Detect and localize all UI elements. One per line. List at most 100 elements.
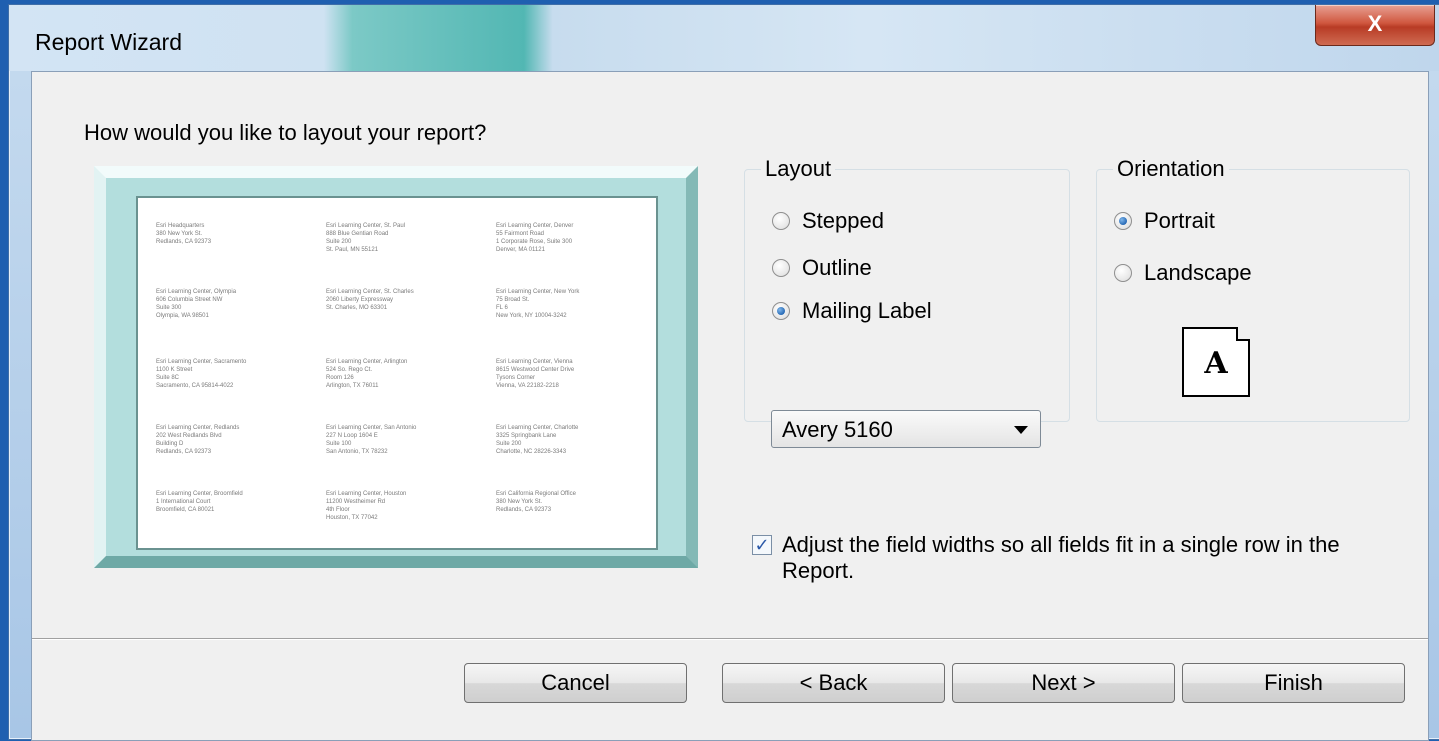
preview-label-line: Redlands, CA 92373 [156, 449, 212, 455]
adjust-field-widths-checkbox[interactable]: ✓ [752, 535, 772, 555]
preview-label-line: 8615 Westwood Center Drive [496, 367, 575, 373]
layout-legend: Layout [765, 156, 832, 181]
chevron-down-icon[interactable] [1014, 426, 1028, 434]
preview-mailing-label: Esri Learning Center, Sacramento 1100 K S… [156, 358, 306, 390]
preview-label-line: 11200 Westheimer Rd [326, 499, 386, 505]
preview-label-line: 380 New York St. [156, 231, 203, 237]
preview-label-line: Suite 100 [326, 441, 352, 447]
preview-label-line: Esri Learning Center, Redlands [156, 425, 240, 431]
preview-label-line: New York, NY 10004-3242 [496, 313, 567, 319]
button-separator [32, 638, 1428, 640]
preview-label-line: Esri Learning Center, Sacramento [156, 359, 247, 365]
preview-label-line: Houston, TX 77042 [326, 515, 378, 521]
preview-mailing-label: Esri Learning Center, San Antonio 227 N L… [326, 424, 476, 456]
preview-label-line: Esri Learning Center, St. Charles [326, 289, 414, 295]
preview-label-line: Esri Learning Center, Arlington [326, 359, 408, 365]
preview-mailing-label: Esri Learning Center, New York 75 Broad S… [496, 288, 646, 320]
preview-mailing-label: Esri Learning Center, Broomfield 1 Intern… [156, 490, 306, 514]
mailing-label-preview: Esri Headquarters 380 New York St. Redland… [136, 196, 658, 550]
preview-label-line: Esri Headquarters [156, 223, 205, 229]
preview-label-line: Esri Learning Center, Vienna [496, 359, 573, 365]
preview-label-line: Building D [156, 441, 184, 447]
preview-label-line: 524 So. Rego Ct. [326, 367, 373, 373]
preview-label-line: Redlands, CA 92373 [156, 239, 212, 245]
label-type-dropdown[interactable]: Avery 5160 [771, 410, 1041, 448]
close-button[interactable]: X [1315, 5, 1435, 46]
preview-mailing-label: Esri Learning Center, Redlands 202 West R… [156, 424, 306, 456]
preview-label-line: Esri Learning Center, Olympia [156, 289, 237, 295]
preview-label-line: 888 Blue Gentian Road [326, 231, 389, 237]
preview-label-line: Redlands, CA 92373 [496, 507, 552, 513]
preview-label-line: 227 N Loop 1604 E [326, 433, 378, 439]
radio-mailing-label-button[interactable] [772, 302, 790, 320]
cancel-button[interactable]: Cancel [464, 663, 687, 703]
preview-label-line: 3325 Springbank Lane [496, 433, 557, 439]
preview-label-line: Broomfield, CA 80021 [156, 507, 215, 513]
radio-portrait-label: Portrait [1144, 208, 1215, 233]
preview-label-line: 4th Floor [326, 507, 350, 513]
radio-stepped[interactable]: Stepped [772, 208, 884, 234]
radio-stepped-button[interactable] [772, 212, 790, 230]
preview-mailing-label: Esri Learning Center, St. Charles 2060 Li… [326, 288, 476, 312]
preview-label-line: 606 Columbia Street NW [156, 297, 223, 303]
radio-landscape[interactable]: Landscape [1114, 260, 1252, 286]
orientation-group: Orientation [1096, 156, 1410, 422]
preview-label-line: Room 126 [326, 375, 354, 381]
preview-label-line: 1100 K Street [156, 367, 193, 373]
preview-label-line: Suite 200 [496, 441, 522, 447]
preview-label-line: St. Paul, MN 55121 [326, 247, 379, 253]
layout-preview-frame: Esri Headquarters 380 New York St. Redland… [94, 166, 698, 568]
preview-label-line: FL 6 [496, 305, 508, 311]
preview-label-line: Esri Learning Center, New York [496, 289, 580, 295]
next-button[interactable]: Next > [952, 663, 1175, 703]
report-wizard-window: Report Wizard X How would you like to la… [8, 4, 1439, 741]
layout-question: How would you like to layout your report… [84, 120, 487, 145]
radio-stepped-label: Stepped [802, 208, 884, 233]
preview-label-line: Esri Learning Center, St. Paul [326, 223, 406, 229]
preview-label-line: Tysons Corner [496, 375, 536, 381]
preview-label-line: Suite 300 [156, 305, 182, 311]
preview-label-line: Esri California Regional Office [496, 491, 576, 497]
preview-label-line: Esri Learning Center, Broomfield [156, 491, 243, 497]
preview-label-line: Suite 200 [326, 239, 352, 245]
radio-mailing-label-text: Mailing Label [802, 298, 932, 323]
title-bar[interactable]: Report Wizard X [9, 5, 1439, 71]
preview-label-line: 1 International Court [156, 499, 211, 505]
radio-landscape-button[interactable] [1114, 264, 1132, 282]
preview-mailing-label: Esri Learning Center, Olympia 606 Columbi… [156, 288, 306, 320]
wizard-body: How would you like to layout your report… [31, 71, 1429, 741]
preview-mailing-label: Esri Learning Center, Houston 11200 Westh… [326, 490, 476, 522]
radio-mailing-label[interactable]: Mailing Label [772, 298, 932, 324]
preview-mailing-label: Esri Learning Center, Vienna 8615 Westwoo… [496, 358, 646, 390]
label-type-value: Avery 5160 [782, 417, 893, 442]
preview-mailing-label: Esri Learning Center, Arlington 524 So. R… [326, 358, 476, 390]
radio-portrait[interactable]: Portrait [1114, 208, 1215, 234]
radio-portrait-button[interactable] [1114, 212, 1132, 230]
radio-landscape-label: Landscape [1144, 260, 1252, 285]
preview-label-line: 75 Broad St. [496, 297, 530, 303]
preview-label-line: Vienna, VA 22182-2218 [496, 383, 559, 389]
preview-mailing-label: Esri Headquarters 380 New York St. Redland… [156, 222, 306, 246]
preview-label-line: Denver, MA 01121 [496, 247, 545, 253]
back-button[interactable]: < Back [722, 663, 945, 703]
preview-label-line: Charlotte, NC 28226-3343 [496, 449, 567, 455]
finish-button[interactable]: Finish [1182, 663, 1405, 703]
preview-label-line: 380 New York St. [496, 499, 543, 505]
radio-outline-button[interactable] [772, 259, 790, 277]
preview-label-line: 202 West Redlands Blvd [156, 433, 222, 439]
radio-outline[interactable]: Outline [772, 255, 872, 281]
layout-group: Layout [744, 156, 1070, 422]
preview-mailing-label: Esri California Regional Office 380 New Y… [496, 490, 646, 514]
preview-label-line: Arlington, TX 76011 [326, 383, 379, 389]
preview-label-line: Esri Learning Center, Charlotte [496, 425, 579, 431]
adjust-field-widths-label[interactable]: Adjust the field widths so all fields fi… [782, 532, 1342, 584]
portrait-page-icon: A [1182, 327, 1250, 397]
preview-label-line: Esri Learning Center, Denver [496, 223, 574, 229]
preview-label-line: Esri Learning Center, Houston [326, 491, 407, 497]
preview-label-line: 1 Corporate Rose, Suite 300 [496, 239, 573, 245]
preview-mailing-label: Esri Learning Center, Denver 55 Fairmont … [496, 222, 646, 254]
preview-label-line: St. Charles, MO 63301 [326, 305, 388, 311]
page-glyph: A [1204, 346, 1228, 381]
preview-label-line: San Antonio, TX 78232 [326, 449, 388, 455]
preview-label-line: Esri Learning Center, San Antonio [326, 425, 417, 431]
